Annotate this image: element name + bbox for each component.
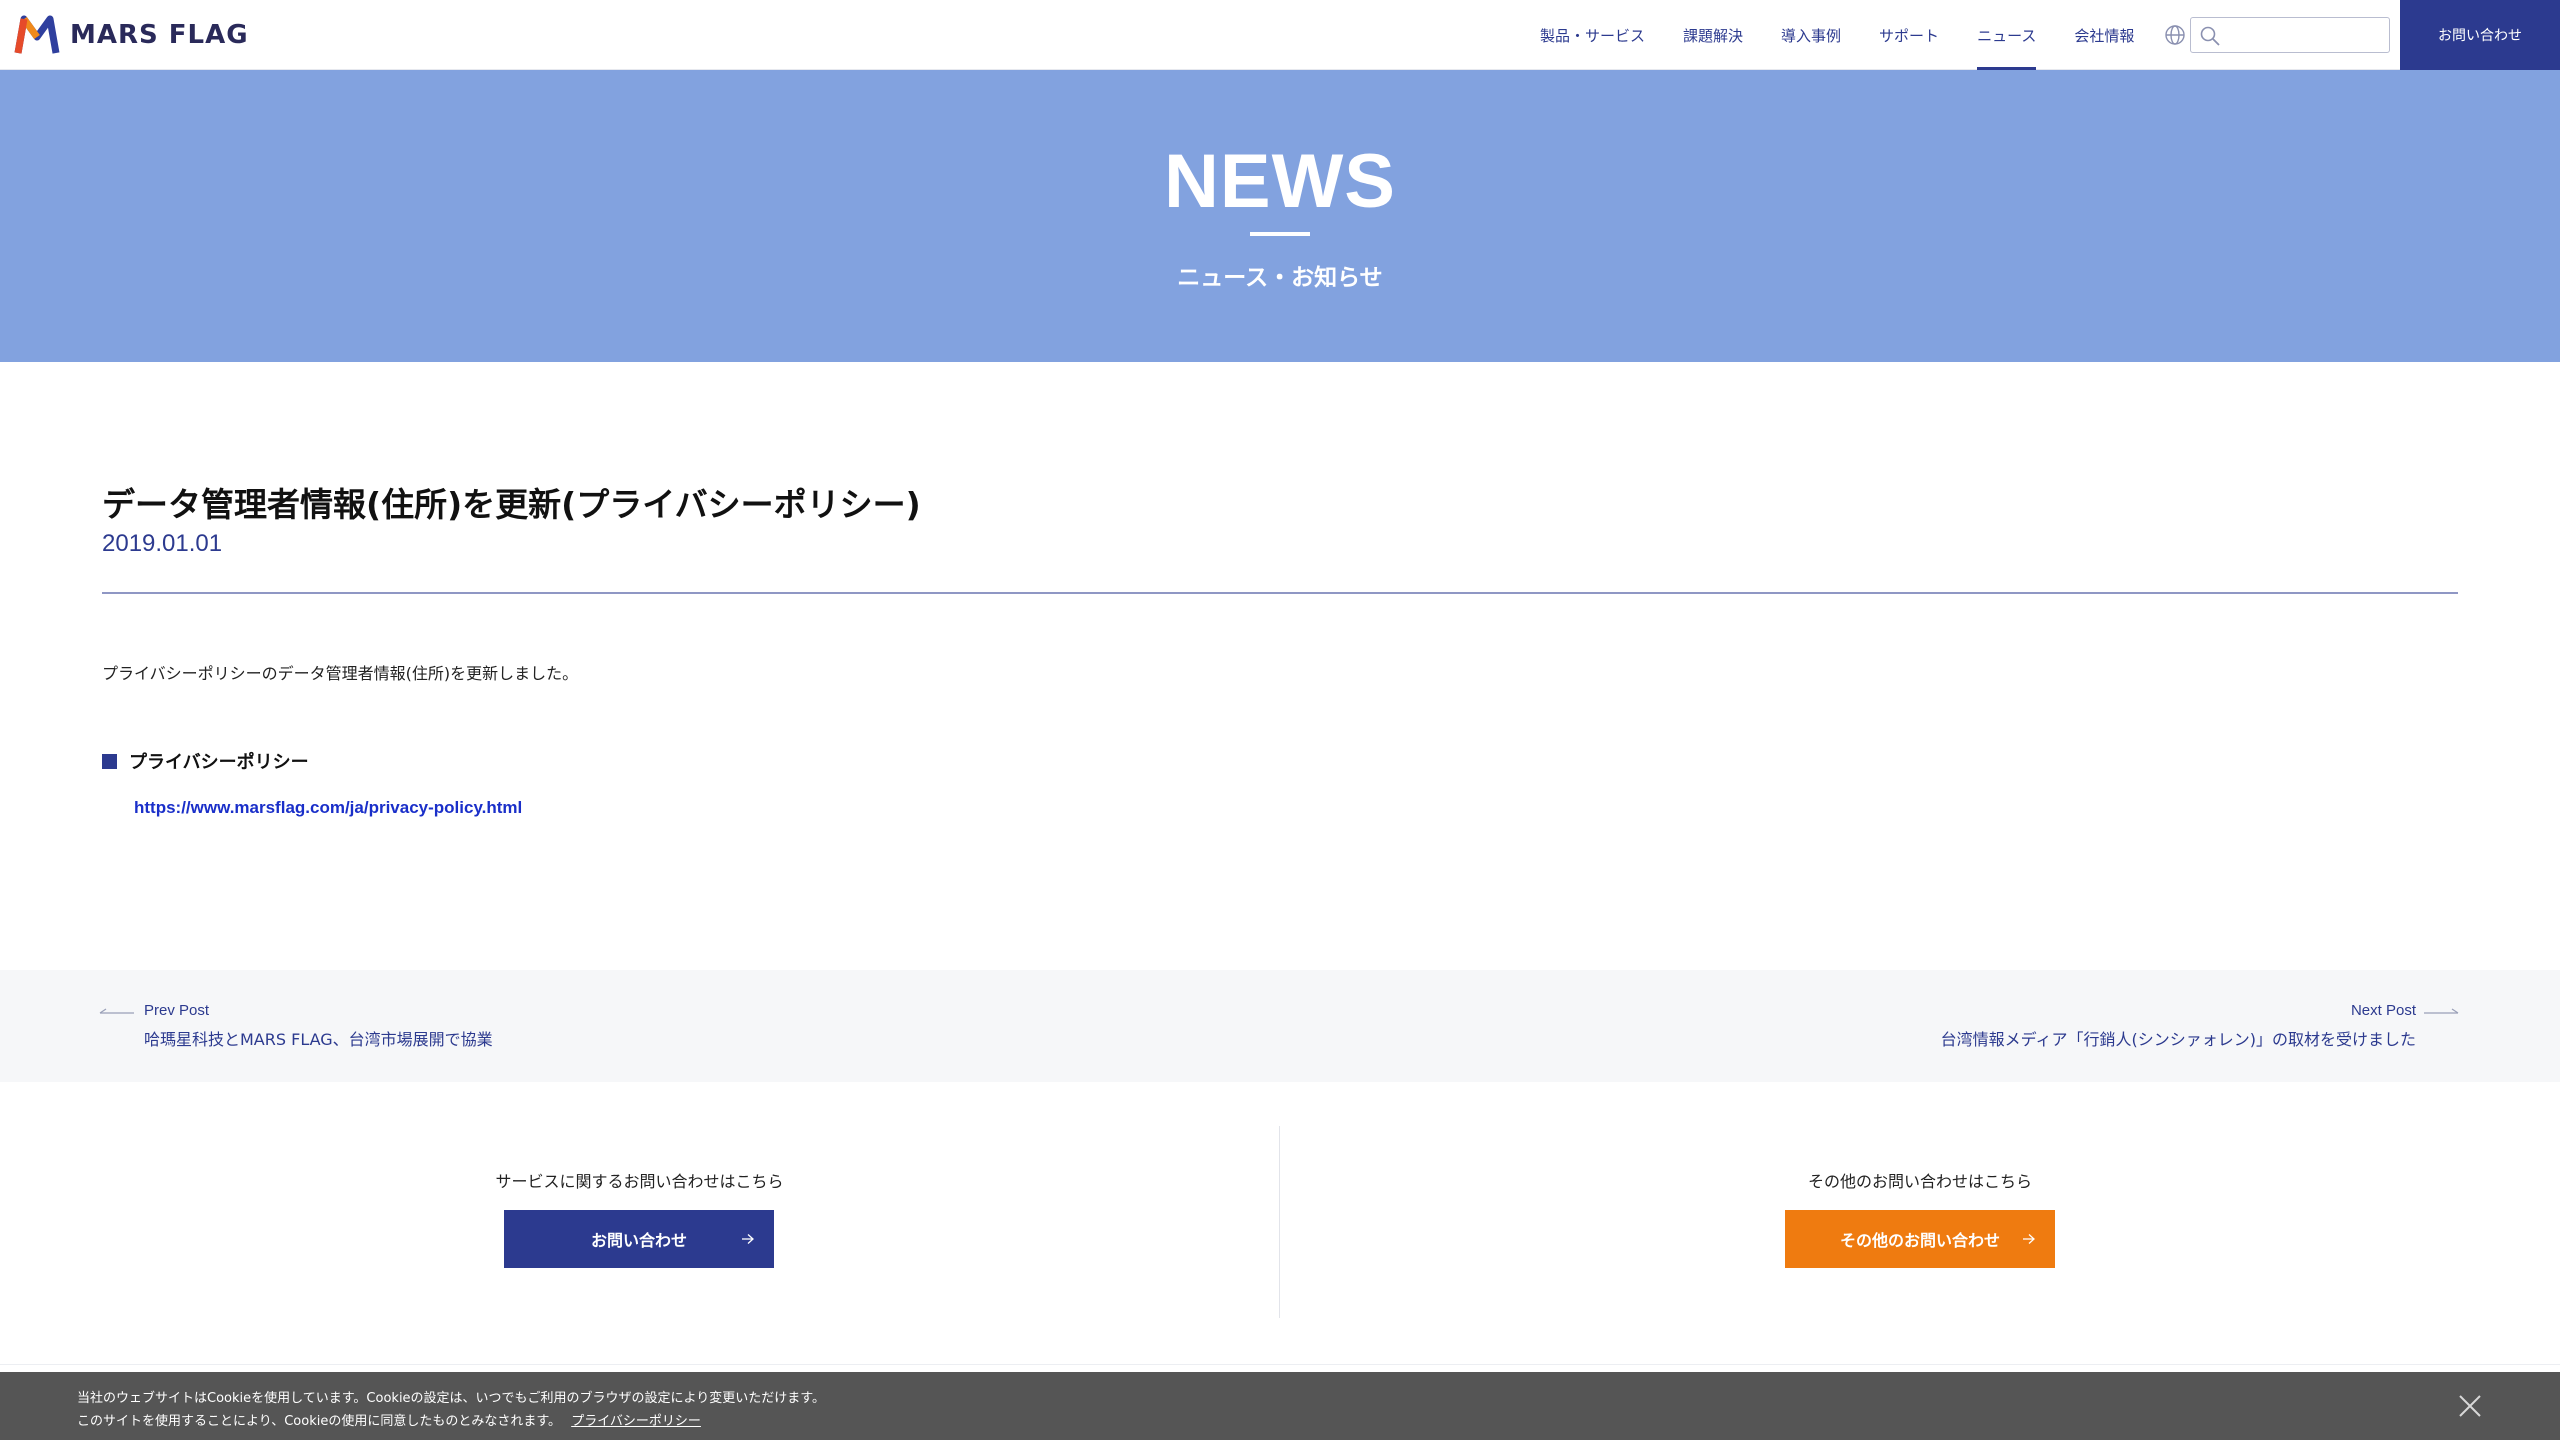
prev-post-link[interactable]: 哈瑪星科技とMARS FLAG、台湾市場展開で協業 xyxy=(144,1026,493,1050)
hero-title: NEWS xyxy=(1164,139,1396,224)
logo[interactable]: MARS FLAG xyxy=(14,13,249,57)
hero-banner: NEWS ニュース・お知らせ xyxy=(0,70,2560,362)
close-icon[interactable] xyxy=(2458,1394,2482,1418)
nav-item-products[interactable]: 製品・サービス xyxy=(1540,0,1645,70)
privacy-policy-link[interactable]: https://www.marsflag.com/ja/privacy-poli… xyxy=(134,798,522,818)
globe-icon[interactable] xyxy=(2164,24,2186,46)
service-contact-button[interactable]: お問い合わせ xyxy=(504,1210,774,1268)
section-heading-text: プライバシーポリシー xyxy=(129,752,309,773)
cookie-text-line2: このサイトを使用することにより、Cookieの使用に同意したものとみなされます。… xyxy=(77,1410,701,1429)
article-title: データ管理者情報(住所)を更新(プライバシーポリシー) xyxy=(102,485,921,524)
main-nav: 製品・サービス 課題解決 導入事例 サポート ニュース 会社情報 xyxy=(1540,0,2172,70)
other-contact-button[interactable]: その他のお問い合わせ xyxy=(1785,1210,2055,1268)
article-date: 2019.01.01 xyxy=(102,530,223,557)
section-heading: プライバシーポリシー xyxy=(102,748,309,774)
hero-subtitle: ニュース・お知らせ xyxy=(1177,265,1383,291)
article-body: プライバシーポリシーのデータ管理者情報(住所)を更新しました。 xyxy=(102,664,579,683)
service-contact-label: サービスに関するお問い合わせはこちら xyxy=(495,1172,784,1191)
arrow-right-icon xyxy=(2023,1234,2035,1244)
service-contact-button-label: お問い合わせ xyxy=(590,1231,687,1250)
search-icon xyxy=(2200,26,2220,46)
logo-text: MARS FLAG xyxy=(70,20,249,50)
post-navigation: Prev Post 哈瑪星科技とMARS FLAG、台湾市場展開で協業 Next… xyxy=(0,970,2560,1082)
article-divider xyxy=(102,592,2458,594)
footer-divider xyxy=(0,1364,2560,1365)
nav-item-company[interactable]: 会社情報 xyxy=(2074,0,2134,70)
nav-item-cases[interactable]: 導入事例 xyxy=(1781,0,1841,70)
square-bullet-icon xyxy=(102,753,117,769)
nav-item-solutions[interactable]: 課題解決 xyxy=(1683,0,1743,70)
arrow-right-icon xyxy=(742,1234,754,1244)
contact-divider xyxy=(1279,1126,1280,1318)
arrow-right-icon xyxy=(2424,1008,2459,1014)
other-contact-label: その他のお問い合わせはこちら xyxy=(1807,1172,2032,1191)
cookie-text-line2-body: このサイトを使用することにより、Cookieの使用に同意したものとみなされます。 xyxy=(77,1414,562,1429)
search-input[interactable] xyxy=(2190,17,2390,53)
site-header: MARS FLAG 製品・サービス 課題解決 導入事例 サポート ニュース 会社… xyxy=(0,0,2560,70)
hero-divider xyxy=(1250,232,1310,236)
other-contact-button-label: その他のお問い合わせ xyxy=(1839,1231,2000,1250)
next-post-label[interactable]: Next Post xyxy=(2351,1002,2416,1019)
cookie-privacy-link[interactable]: プライバシーポリシー xyxy=(571,1414,701,1429)
nav-item-support[interactable]: サポート xyxy=(1879,0,1939,70)
cookie-banner: 当社のウェブサイトはCookieを使用しています。Cookieの設定は、いつでも… xyxy=(0,1372,2560,1440)
header-contact-button[interactable]: お問い合わせ xyxy=(2400,0,2560,70)
arrow-left-icon xyxy=(99,1008,134,1014)
next-post-link[interactable]: 台湾情報メディア「行銷人(シンシァォレン)」の取材を受けました xyxy=(1941,1026,2416,1050)
prev-post-label[interactable]: Prev Post xyxy=(144,1002,209,1019)
nav-item-news[interactable]: ニュース xyxy=(1977,0,2037,70)
cookie-text-line1: 当社のウェブサイトはCookieを使用しています。Cookieの設定は、いつでも… xyxy=(77,1391,825,1406)
logo-icon xyxy=(14,15,60,54)
